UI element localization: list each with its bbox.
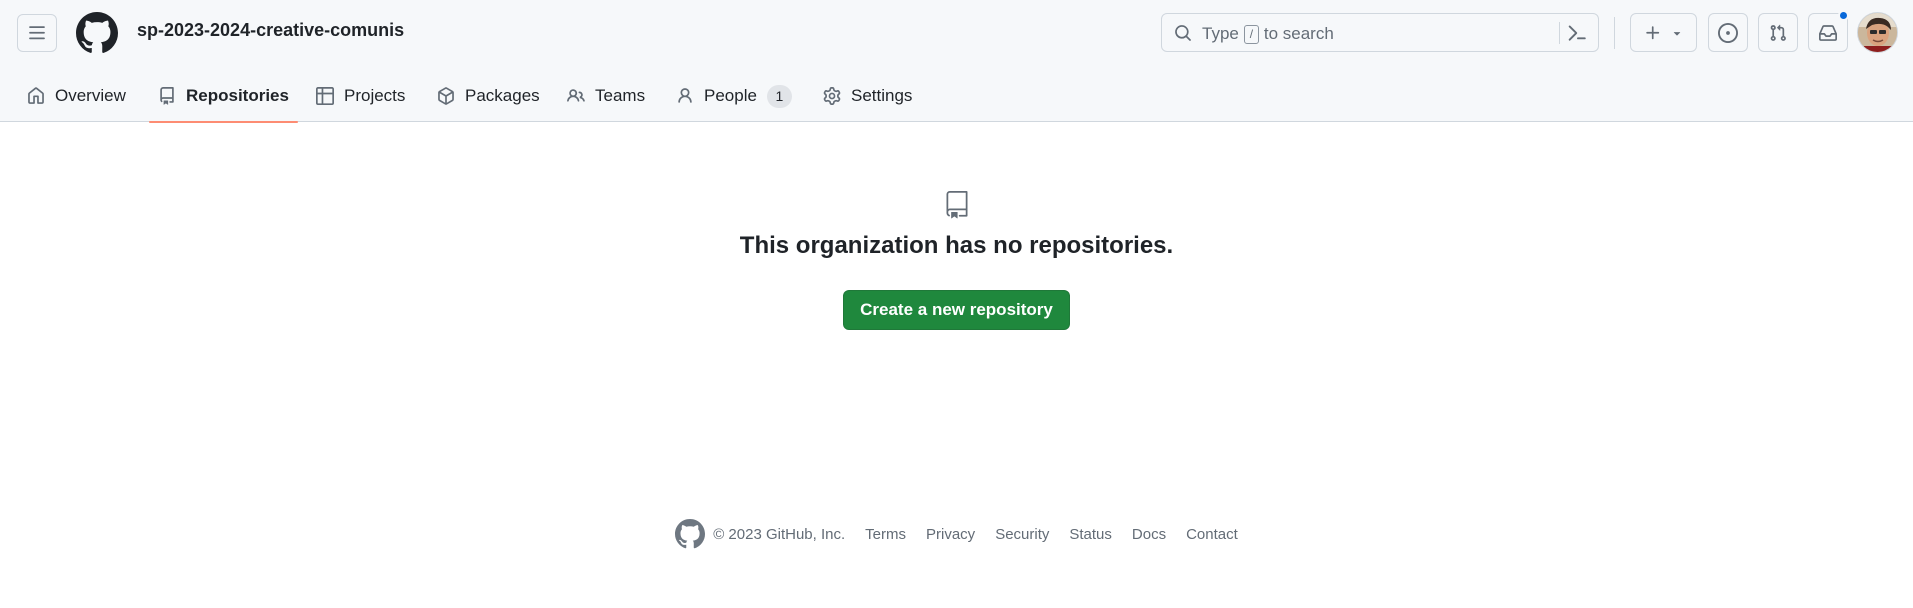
header: sp-2023-2024-creative-comunis Type / to … — [0, 0, 1913, 123]
command-palette-icon[interactable] — [1567, 23, 1587, 43]
tab-label: Teams — [595, 86, 646, 105]
tab-people[interactable]: People 1 — [676, 70, 792, 122]
org-nav-tabs: Overview Repositories Projects Packages — [0, 70, 1913, 123]
plus-icon — [1645, 25, 1659, 39]
package-icon — [438, 87, 454, 105]
git-pull-request-icon — [1770, 24, 1786, 41]
issue-opened-icon — [1718, 22, 1738, 43]
tab-teams[interactable]: Teams — [567, 70, 645, 122]
tab-label: Packages — [465, 86, 540, 105]
person-icon — [678, 88, 692, 103]
pull-requests-button[interactable] — [1758, 13, 1798, 52]
footer-link-terms[interactable]: Terms — [865, 526, 906, 543]
create-new-button[interactable] — [1630, 13, 1697, 52]
tab-projects[interactable]: Projects — [316, 70, 405, 122]
people-icon — [567, 89, 585, 102]
org-name-link[interactable]: sp-2023-2024-creative-comunis — [137, 20, 404, 41]
tab-label: People — [704, 86, 757, 105]
search-placeholder: Type / to search — [1202, 24, 1334, 44]
footer-link-docs[interactable]: Docs — [1132, 526, 1166, 543]
footer-link-contact[interactable]: Contact — [1186, 526, 1238, 543]
search-input[interactable]: Type / to search — [1161, 13, 1599, 52]
search-divider — [1559, 22, 1560, 44]
tab-packages[interactable]: Packages — [437, 70, 540, 122]
footer-link-status[interactable]: Status — [1069, 526, 1112, 543]
search-placeholder-before: Type — [1202, 24, 1239, 43]
table-icon — [316, 87, 334, 105]
tab-label: Overview — [55, 86, 126, 105]
search-shortcut-key: / — [1243, 24, 1259, 44]
inbox-icon — [1819, 24, 1837, 41]
footer-copyright: © 2023 GitHub, Inc. — [713, 525, 846, 543]
header-divider — [1614, 17, 1615, 49]
tab-label: Settings — [851, 86, 913, 105]
search-icon — [1175, 25, 1191, 41]
github-logo-icon[interactable] — [675, 519, 706, 549]
tab-label: Repositories — [186, 86, 289, 105]
create-repository-button[interactable]: Create a new repository — [843, 290, 1070, 330]
issues-button[interactable] — [1708, 13, 1748, 52]
notification-indicator — [1838, 10, 1849, 21]
user-avatar-image — [1858, 13, 1897, 52]
avatar[interactable] — [1857, 12, 1898, 53]
tab-settings[interactable]: Settings — [823, 70, 912, 122]
home-icon — [28, 87, 44, 104]
footer-link-privacy[interactable]: Privacy — [926, 526, 975, 543]
footer: © 2023 GitHub, Inc. Terms Privacy Securi… — [0, 518, 1913, 550]
tab-overview[interactable]: Overview — [27, 70, 126, 122]
repo-icon — [160, 87, 174, 105]
tab-label: Projects — [344, 86, 406, 105]
empty-state: This organization has no repositories. C… — [0, 190, 1913, 330]
gear-icon — [823, 87, 841, 105]
footer-link-security[interactable]: Security — [995, 526, 1049, 543]
menu-button[interactable] — [17, 14, 57, 52]
empty-state-message: This organization has no repositories. — [739, 232, 1174, 259]
triangle-down-icon — [1673, 31, 1680, 36]
hamburger-icon — [29, 26, 45, 40]
top-bar: sp-2023-2024-creative-comunis Type / to … — [0, 0, 1913, 64]
github-logo-icon[interactable] — [76, 12, 118, 54]
search-placeholder-after: to search — [1263, 24, 1334, 43]
tab-repositories[interactable]: Repositories — [149, 70, 298, 123]
people-count-badge: 1 — [766, 84, 792, 108]
repo-icon — [946, 191, 967, 219]
